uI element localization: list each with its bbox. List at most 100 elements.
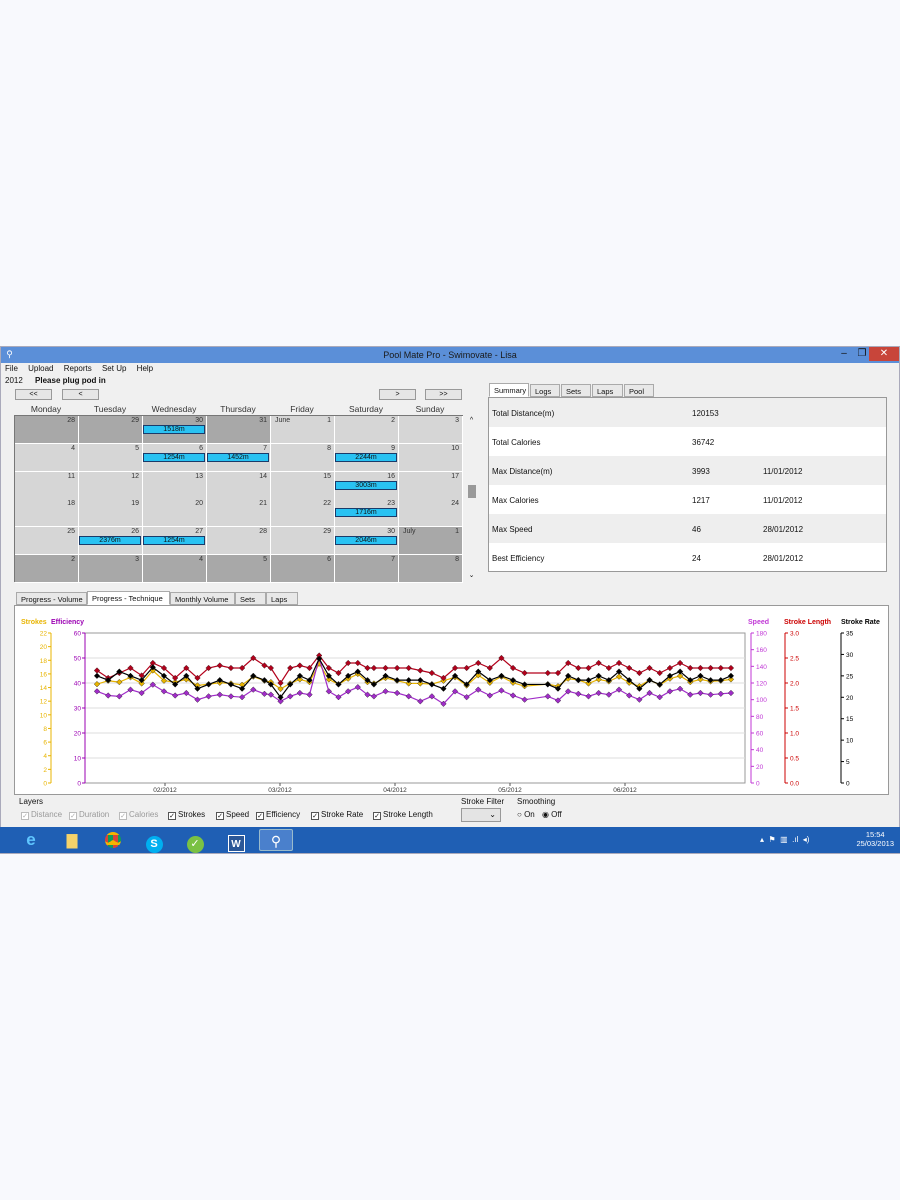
layer-checkbox-stroke-length[interactable]: ✓ Stroke Length [373, 810, 433, 820]
layer-checkbox-calories[interactable]: ✓ Calories [119, 810, 158, 820]
calendar-day[interactable]: 4 [143, 555, 207, 583]
word-icon[interactable]: W [219, 829, 253, 852]
calendar-day[interactable]: 1 July [399, 527, 463, 556]
calendar-day[interactable]: 9 2244m [335, 443, 399, 472]
menu-reports[interactable]: Reports [64, 364, 92, 373]
swim-distance-badge[interactable]: 1518m [143, 425, 205, 434]
calendar-day[interactable]: 5 [207, 555, 271, 583]
calendar-day[interactable]: 8 [271, 443, 335, 472]
menu-file[interactable]: File [5, 364, 18, 373]
calendar-scrollbar[interactable]: ^ ⌄ [466, 415, 477, 582]
calendar-day[interactable]: 29 [271, 527, 335, 556]
calendar-day[interactable]: 27 1254m [143, 527, 207, 556]
chart-tab[interactable]: Progress - Volume [16, 592, 87, 605]
calendar-day[interactable]: 18 [15, 499, 79, 528]
last-month-button[interactable]: >> [425, 389, 462, 400]
calendar-day[interactable]: 13 [143, 471, 207, 500]
summary-row: Max Calories 1217 11/01/2012 [489, 485, 886, 514]
pool-mate-taskbar-icon[interactable]: ⚲ [259, 829, 293, 851]
smoothing-off-radio[interactable]: ◉ Off [542, 810, 562, 819]
calendar-day[interactable]: 7 1452m [207, 443, 271, 472]
calendar-day[interactable]: 16 3003m [335, 471, 399, 500]
calendar-day[interactable]: 5 [79, 443, 143, 472]
calendar-day[interactable]: 12 [79, 471, 143, 500]
swim-distance-badge[interactable]: 1254m [143, 452, 205, 462]
calendar-day[interactable]: 3 [79, 555, 143, 583]
calendar-day[interactable]: 8 [399, 555, 463, 583]
smoothing-on-radio[interactable]: ○ On [517, 810, 535, 819]
calendar-day[interactable]: 31 [207, 416, 271, 444]
calendar-day[interactable]: 25 [15, 527, 79, 556]
summary-tab-summary[interactable]: Summary [489, 383, 529, 397]
next-month-button[interactable]: > [379, 389, 416, 400]
chart-tab[interactable]: Progress - Technique [87, 591, 170, 605]
summary-tab-sets[interactable]: Sets [561, 384, 591, 397]
calendar-day[interactable]: 19 [79, 499, 143, 528]
layer-checkbox-distance[interactable]: ✓ Distance [21, 810, 62, 820]
calendar-day[interactable]: 22 [271, 499, 335, 528]
summary-tab-pool[interactable]: Pool [624, 384, 654, 397]
calendar-day[interactable]: 4 [15, 443, 79, 472]
calendar-day[interactable]: 28 [15, 416, 79, 444]
calendar-day[interactable]: 11 [15, 471, 79, 500]
layer-checkbox-strokes[interactable]: ✓ Strokes [168, 810, 205, 820]
day-number: 3 [135, 556, 139, 563]
calendar-day[interactable]: 24 [399, 499, 463, 528]
chart-tab[interactable]: Monthly Volume [170, 592, 235, 605]
stroke-filter-dropdown[interactable]: ⌄ [461, 808, 501, 822]
swim-distance-badge[interactable]: 2376m [79, 536, 141, 546]
calendar-day[interactable]: 30 2046m [335, 527, 399, 556]
calendar-day[interactable]: 28 [207, 527, 271, 556]
skype-icon[interactable]: S [137, 829, 171, 853]
calendar-day[interactable]: 1 June [271, 416, 335, 444]
menu-setup[interactable]: Set Up [102, 364, 126, 373]
swim-distance-badge[interactable]: 3003m [335, 480, 397, 490]
calendar-day[interactable]: 23 1716m [335, 499, 399, 528]
swim-distance-badge[interactable]: 2046m [335, 536, 397, 546]
evernote-icon[interactable]: ✓ [178, 829, 212, 853]
clock[interactable]: 15:54 25/03/2013 [856, 830, 894, 848]
calendar-day[interactable]: 30 1518m [143, 416, 207, 444]
calendar-day[interactable]: 10 [399, 443, 463, 472]
layer-checkbox-duration[interactable]: ✓ Duration [69, 810, 109, 820]
scroll-thumb[interactable] [468, 485, 476, 498]
layer-checkbox-speed[interactable]: ✓ Speed [216, 810, 249, 820]
calendar-day[interactable]: 17 [399, 471, 463, 500]
menu-help[interactable]: Help [137, 364, 153, 373]
layer-checkbox-stroke-rate[interactable]: ✓ Stroke Rate [311, 810, 363, 820]
calendar-day[interactable]: 2 [335, 416, 399, 444]
calendar-day[interactable]: 29 [79, 416, 143, 444]
summary-tab-laps[interactable]: Laps [592, 384, 623, 397]
swim-distance-badge[interactable]: 2244m [335, 452, 397, 462]
calendar-day[interactable]: 6 1254m [143, 443, 207, 472]
file-explorer-icon[interactable]: ▇ [55, 829, 89, 851]
system-tray-icons[interactable]: ▴ ⚑ ▥ .ıl ◂) [760, 835, 809, 844]
summary-tab-logs[interactable]: Logs [530, 384, 560, 397]
chart-tab[interactable]: Sets [235, 592, 266, 605]
internet-explorer-icon[interactable]: e [14, 829, 48, 851]
chrome-icon[interactable] [96, 829, 130, 851]
calendar-day[interactable]: 20 [143, 499, 207, 528]
stroke_length-tick-label: 2.5 [790, 656, 799, 663]
scroll-down-icon[interactable]: ⌄ [466, 571, 477, 579]
prev-month-button[interactable]: < [62, 389, 99, 400]
swim-distance-badge[interactable]: 1452m [207, 452, 269, 462]
layer-checkbox-efficiency[interactable]: ✓ Efficiency [256, 810, 300, 820]
calendar-day[interactable]: 2 [15, 555, 79, 583]
scroll-up-icon[interactable]: ^ [466, 417, 477, 424]
calendar-day[interactable]: 6 [271, 555, 335, 583]
first-month-button[interactable]: << [15, 389, 52, 400]
chart-tab[interactable]: Laps [266, 592, 298, 605]
swim-distance-badge[interactable]: 1254m [143, 536, 205, 546]
calendar-day[interactable]: 26 2376m [79, 527, 143, 556]
close-button[interactable]: ✕ [869, 347, 899, 361]
calendar-day[interactable]: 21 [207, 499, 271, 528]
swim-distance-badge[interactable]: 1716m [335, 508, 397, 518]
calendar-day[interactable]: 15 [271, 471, 335, 500]
calendar-day[interactable]: 14 [207, 471, 271, 500]
month-name: July [403, 528, 416, 536]
layer-label: Distance [31, 810, 63, 819]
calendar-day[interactable]: 3 [399, 416, 463, 444]
calendar-day[interactable]: 7 [335, 555, 399, 583]
menu-upload[interactable]: Upload [28, 364, 53, 373]
